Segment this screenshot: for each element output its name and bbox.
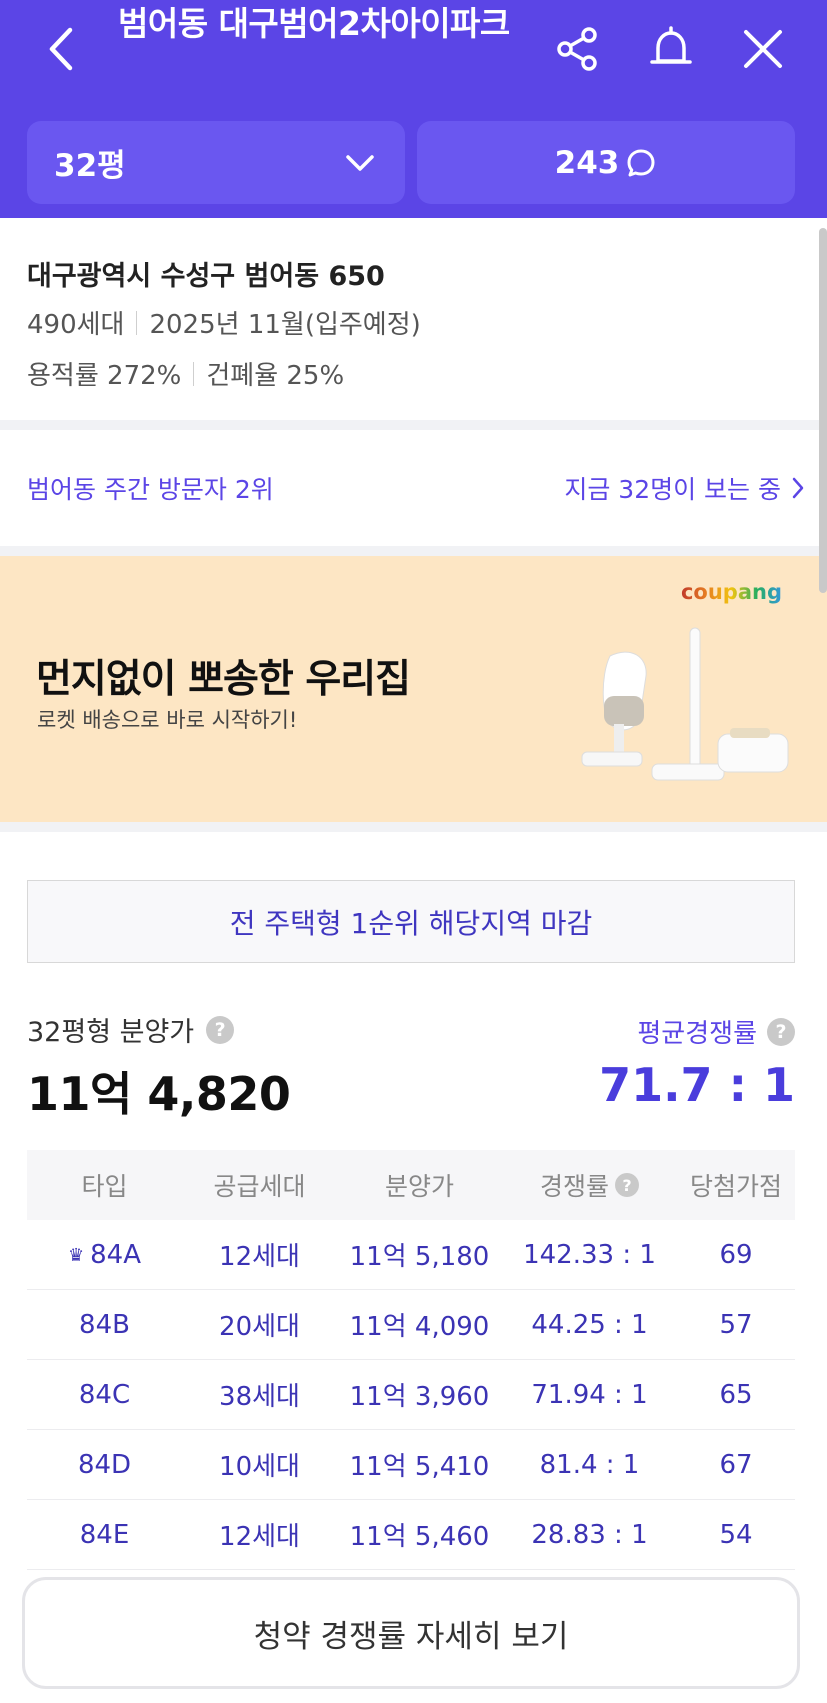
brand-text: coupang bbox=[680, 580, 782, 604]
share-button[interactable] bbox=[548, 20, 606, 78]
score-cell: 57 bbox=[719, 1309, 753, 1340]
help-icon[interactable]: ? bbox=[615, 1173, 639, 1197]
scrollbar[interactable] bbox=[819, 228, 827, 593]
price-label: 32평형 분양가 ? bbox=[27, 1010, 235, 1049]
price-cell: 11억 5,460 bbox=[349, 1522, 490, 1552]
supply-cell: 12세대 bbox=[219, 1242, 300, 1272]
table-row: 84E 12세대 11억 5,460 28.83 : 1 54 bbox=[27, 1500, 795, 1570]
size-select[interactable]: 32평 bbox=[27, 121, 405, 204]
address: 대구광역시 수성구 범어동 650 bbox=[27, 261, 385, 292]
divider bbox=[136, 310, 138, 335]
chevron-down-icon bbox=[346, 154, 374, 171]
price-cell: 11억 5,180 bbox=[349, 1242, 490, 1272]
share-icon bbox=[557, 27, 597, 71]
subscription-notice: 전 주택형 1순위 해당지역 마감 bbox=[27, 880, 795, 963]
price-cell: 11억 4,090 bbox=[349, 1312, 490, 1342]
property-meta-1: 490세대 2025년 11월(입주예정) bbox=[27, 304, 421, 341]
table-row: 84D 10세대 11억 5,410 81.4 : 1 67 bbox=[27, 1430, 795, 1500]
ratio-cell: 142.33 : 1 bbox=[523, 1239, 656, 1270]
section-divider bbox=[0, 420, 827, 430]
app-header: 범어동 대구범어2차아이파크 32평 243 bbox=[0, 0, 827, 218]
col-price: 분양가 bbox=[384, 1172, 454, 1201]
ratio-cell: 81.4 : 1 bbox=[539, 1449, 640, 1480]
supply-table: 타입 공급세대 분양가 경쟁률 ? 당첨가점 ♛ 84A 12세대 11억 5,1… bbox=[27, 1150, 795, 1570]
avg-ratio-label-text: 평균경쟁률 bbox=[637, 1019, 757, 1049]
visitor-rank: 범어동 주간 방문자 2위 bbox=[27, 475, 274, 504]
table-row: 84C 38세대 11억 3,960 71.94 : 1 65 bbox=[27, 1360, 795, 1430]
table-row: ♛ 84A 12세대 11억 5,180 142.33 : 1 69 bbox=[27, 1220, 795, 1290]
households: 490세대 bbox=[27, 310, 125, 340]
price-value: 11억 4,820 bbox=[27, 1067, 291, 1121]
supply-cell: 20세대 bbox=[219, 1312, 300, 1342]
notification-button[interactable] bbox=[642, 20, 700, 78]
type-cell: 84B bbox=[79, 1309, 130, 1340]
ratio-cell: 28.83 : 1 bbox=[531, 1519, 648, 1550]
type-value: 84A bbox=[90, 1239, 141, 1270]
type-cell: 84D bbox=[77, 1449, 132, 1480]
supply-cell: 10세대 bbox=[219, 1452, 300, 1482]
col-type: 타입 bbox=[81, 1172, 128, 1201]
comments-button[interactable]: 243 bbox=[417, 121, 795, 204]
score-cell: 67 bbox=[719, 1449, 753, 1480]
col-score: 당첨가점 bbox=[689, 1172, 782, 1201]
price-cell: 11억 5,410 bbox=[349, 1452, 490, 1482]
col-ratio: 경쟁률 ? bbox=[502, 1167, 677, 1203]
viewing-now-link[interactable]: 지금 32명이 보는 중 bbox=[564, 470, 805, 506]
score-cell: 54 bbox=[719, 1519, 753, 1550]
view-ratio-details-button[interactable]: 청약 경쟁률 자세히 보기 bbox=[22, 1577, 800, 1689]
size-select-value: 32평 bbox=[54, 148, 126, 184]
col-ratio-label: 경쟁률 bbox=[539, 1172, 609, 1201]
divider bbox=[193, 361, 195, 386]
table-header: 타입 공급세대 분양가 경쟁률 ? 당첨가점 bbox=[27, 1150, 795, 1220]
close-icon bbox=[744, 30, 782, 68]
ratio-cell: 71.94 : 1 bbox=[531, 1379, 648, 1410]
supply-cell: 38세대 bbox=[219, 1382, 300, 1412]
back-button[interactable] bbox=[34, 22, 88, 76]
chevron-left-icon bbox=[49, 27, 73, 71]
ad-banner[interactable]: 먼지없이 뽀송한 우리집 로켓 배송으로 바로 시작하기! coupang bbox=[0, 556, 827, 822]
page-title: 범어동 대구범어2차아이파크 bbox=[118, 4, 510, 43]
ratio-cell: 44.25 : 1 bbox=[531, 1309, 648, 1340]
help-icon[interactable]: ? bbox=[206, 1015, 235, 1044]
score-cell: 65 bbox=[719, 1379, 753, 1410]
type-cell: 84C bbox=[78, 1379, 131, 1410]
supply-cell: 12세대 bbox=[219, 1522, 300, 1552]
floor-area-ratio: 용적률 272% bbox=[27, 361, 182, 391]
crown-icon: ♛ bbox=[67, 1244, 85, 1266]
type-cell: 84E bbox=[79, 1519, 130, 1550]
property-meta-2: 용적률 272% 건폐율 25% bbox=[27, 355, 344, 392]
price-label-text: 32평형 분양가 bbox=[27, 1017, 195, 1048]
chat-bubble-icon bbox=[627, 149, 655, 176]
price-cell: 11억 3,960 bbox=[349, 1382, 490, 1412]
vacuum-cleaner-image bbox=[581, 627, 789, 781]
help-icon[interactable]: ? bbox=[767, 1017, 795, 1046]
section-divider bbox=[0, 822, 827, 832]
ad-title: 먼지없이 뽀송한 우리집 bbox=[36, 657, 411, 702]
avg-ratio-label: 평균경쟁률 ? bbox=[637, 1013, 795, 1050]
ad-subtitle: 로켓 배송으로 바로 시작하기! bbox=[37, 708, 298, 732]
comments-count: 243 bbox=[554, 144, 620, 181]
close-button[interactable] bbox=[734, 20, 792, 78]
section-divider bbox=[0, 546, 827, 556]
table-row: 84B 20세대 11억 4,090 44.25 : 1 57 bbox=[27, 1290, 795, 1360]
avg-ratio-value: 71.7 : 1 bbox=[599, 1058, 795, 1112]
building-coverage-ratio: 건폐율 25% bbox=[206, 361, 345, 391]
score-cell: 69 bbox=[719, 1239, 753, 1270]
col-supply: 공급세대 bbox=[213, 1172, 306, 1201]
bell-icon bbox=[650, 26, 692, 64]
move-in-date: 2025년 11월(입주예정) bbox=[149, 310, 421, 340]
brand-logo: coupang bbox=[681, 580, 782, 604]
chevron-right-icon bbox=[792, 477, 804, 499]
type-cell: ♛ 84A bbox=[27, 1240, 182, 1270]
viewing-now-text: 지금 32명이 보는 중 bbox=[564, 475, 781, 504]
